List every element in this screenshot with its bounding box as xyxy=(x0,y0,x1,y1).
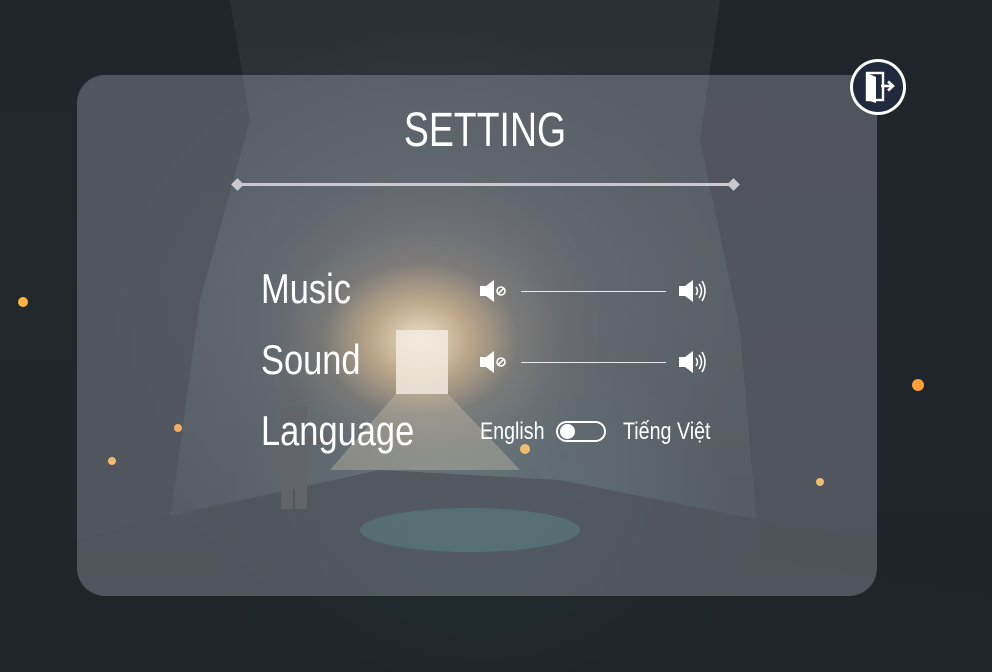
sound-label: Sound xyxy=(261,336,361,383)
settings-title: SETTING xyxy=(403,104,567,157)
sound-volume-slider[interactable] xyxy=(521,362,666,363)
language-label: Language xyxy=(261,407,415,454)
music-label: Music xyxy=(261,265,351,312)
volume-max-icon[interactable] xyxy=(677,349,707,375)
language-toggle[interactable] xyxy=(556,421,606,442)
volume-mute-icon[interactable] xyxy=(478,278,508,304)
exit-button-face xyxy=(853,62,903,112)
music-volume-slider[interactable] xyxy=(521,291,666,292)
exit-door-icon xyxy=(865,71,895,103)
language-option-english[interactable]: English xyxy=(480,418,545,446)
title-divider xyxy=(231,178,740,191)
language-option-vietnamese[interactable]: Tiếng Việt xyxy=(623,418,711,446)
language-toggle-knob xyxy=(560,424,575,439)
volume-mute-icon[interactable] xyxy=(478,349,508,375)
exit-button[interactable] xyxy=(850,59,906,115)
volume-max-icon[interactable] xyxy=(677,278,707,304)
